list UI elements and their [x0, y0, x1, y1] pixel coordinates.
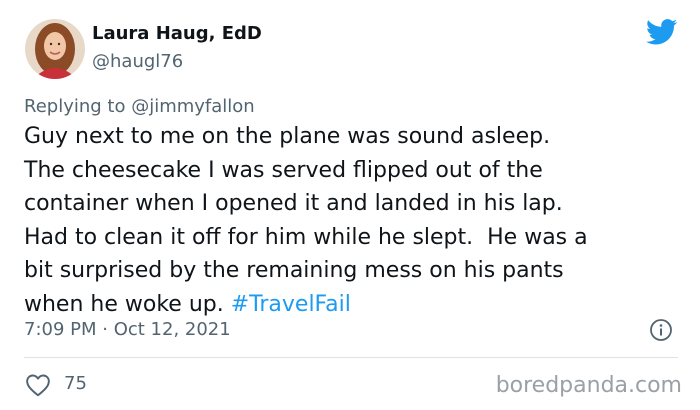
- tweet-line: The cheesecake I was served flipped out …: [24, 157, 543, 183]
- reply-mention-link[interactable]: @jimmyfallon: [131, 96, 255, 117]
- tweet-line: Guy next to me on the plane was sound as…: [24, 124, 551, 149]
- tweet-text: Guy next to me on the plane was sound as…: [24, 120, 689, 321]
- tweet-line: bit surprised by the remaining mess on h…: [24, 258, 564, 283]
- tweet-line-text: when he woke up.: [24, 291, 231, 317]
- tweet-timestamp[interactable]: 7:09 PM · Oct 12, 2021: [24, 319, 231, 340]
- heart-icon[interactable]: [25, 373, 51, 397]
- tweet-line: container when I opened it and landed in…: [24, 191, 563, 216]
- divider: [24, 357, 678, 358]
- tweet-last-line: when he woke up. #TravelFail: [24, 288, 689, 322]
- tweet-line: Had to clean it off for him while he sle…: [24, 224, 588, 250]
- like-count: 75: [64, 373, 87, 394]
- twitter-bird-icon: [646, 19, 678, 45]
- tweet-card: Laura Haug, EdD @haugl76 Replying to @ji…: [0, 0, 700, 410]
- reply-context: Replying to @jimmyfallon: [24, 96, 255, 117]
- info-icon[interactable]: [649, 318, 673, 342]
- reply-prefix: Replying to: [24, 96, 132, 117]
- watermark: boredpanda.com: [495, 373, 682, 398]
- avatar[interactable]: [25, 19, 85, 79]
- author-handle[interactable]: @haugl76: [92, 51, 183, 72]
- author-name[interactable]: Laura Haug, EdD: [92, 23, 262, 44]
- hashtag-link[interactable]: #TravelFail: [231, 292, 351, 317]
